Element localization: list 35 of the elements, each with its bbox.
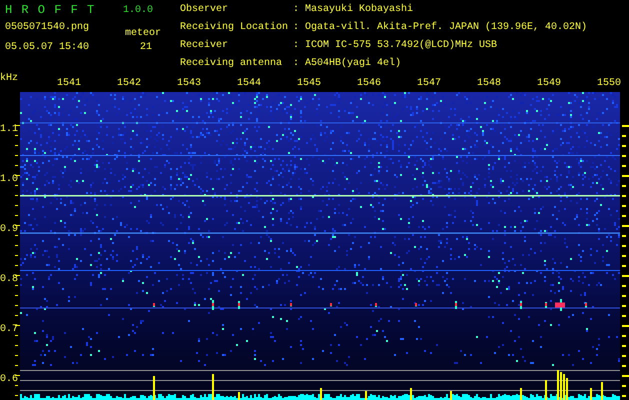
axis-label: 1550: [597, 78, 622, 90]
app-version: 1.0.0: [123, 5, 154, 17]
axis-label: 1543: [177, 78, 202, 90]
info-value: Ogata-vill. Akita-Pref. JAPAN (139.96E, 40.02N): [305, 22, 588, 35]
axis-label: 1548: [477, 78, 502, 90]
axis-label: 1.0: [0, 174, 18, 186]
axis-label: 1.1: [0, 124, 18, 136]
axis-label: 1546: [357, 78, 382, 90]
date-time: 05.05.07 15:40: [5, 42, 90, 54]
axis-unit: kHz: [0, 73, 18, 85]
info-value: A504HB(yagi 4el): [305, 58, 402, 71]
axis-label: 1541: [57, 78, 82, 90]
info-separator: :: [293, 22, 300, 35]
info-value: ICOM IC-575 53.7492(@LCD)MHz USB: [305, 40, 498, 53]
meteor-label: meteor: [125, 28, 162, 40]
info-separator: :: [293, 40, 300, 53]
axis-label: 0.8: [0, 274, 18, 286]
info-separator: :: [293, 58, 300, 71]
axis-label: 1544: [237, 78, 262, 90]
axis-label: 0.9: [0, 224, 18, 236]
app-name: H R O F F T: [5, 4, 96, 16]
axis-label: 1545: [297, 78, 322, 90]
axis-label: 1542: [117, 78, 142, 90]
info-value: Masayuki Kobayashi: [305, 4, 414, 17]
axis-label: 0.6: [0, 374, 18, 386]
info-label: Receiving antenna: [180, 58, 284, 71]
info-label: Observer: [180, 4, 230, 17]
axis-label: 1547: [417, 78, 442, 90]
info-label: Receiver: [180, 40, 230, 53]
meteor-count: 21: [140, 42, 152, 54]
axis-label: 1549: [537, 78, 562, 90]
info-separator: :: [293, 4, 300, 17]
info-label: Receiving Location: [180, 22, 290, 35]
file-name: 0505071540.png: [5, 22, 90, 34]
axis-label: 0.7: [0, 324, 18, 336]
